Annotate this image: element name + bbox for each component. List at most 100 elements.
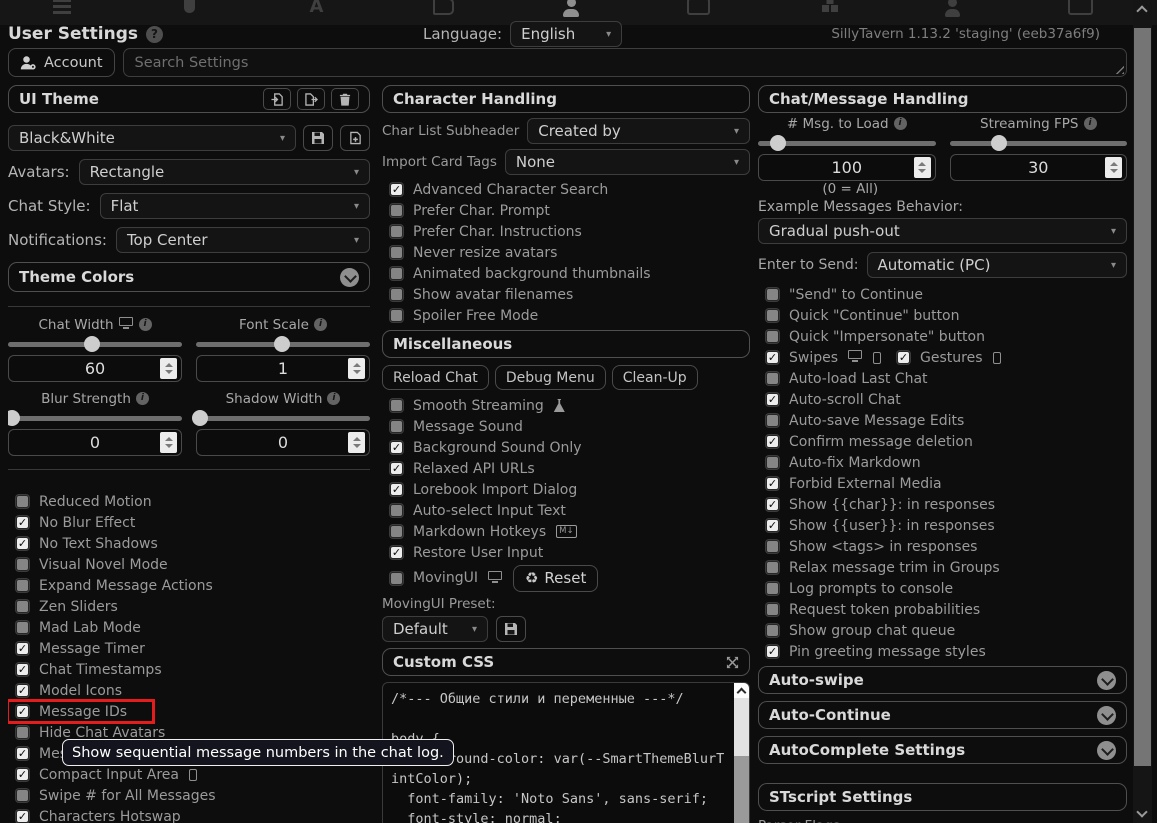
checkbox[interactable] (390, 504, 403, 517)
checkbox[interactable] (766, 498, 779, 511)
setting-select[interactable]: Top Center ▾ (115, 227, 370, 253)
checkbox-row[interactable]: Chat Timestamps (8, 659, 370, 680)
checkbox[interactable] (16, 663, 29, 676)
checkbox-row[interactable]: Message Sound (382, 416, 750, 437)
checkbox[interactable] (766, 582, 779, 595)
slider[interactable] (758, 135, 936, 151)
movingui-reset-button[interactable]: ♻ Reset (512, 564, 599, 592)
checkbox-row[interactable]: Never resize avatars (382, 242, 750, 263)
misc-button[interactable]: Reload Chat (382, 365, 489, 390)
setting-select[interactable]: Created by ▾ (527, 118, 750, 144)
slider-thumb[interactable] (191, 410, 208, 426)
checkbox[interactable] (16, 579, 29, 592)
checkbox[interactable] (16, 621, 29, 634)
checkbox[interactable] (766, 519, 779, 532)
checkbox-row[interactable]: No Blur Effect (8, 512, 370, 533)
checkbox[interactable] (390, 525, 403, 538)
checkbox[interactable] (390, 462, 403, 475)
checkbox[interactable] (390, 441, 403, 454)
checkbox[interactable] (390, 267, 403, 280)
number-spinner[interactable] (1105, 157, 1122, 178)
checkbox[interactable] (16, 684, 29, 697)
backgrounds-image-icon[interactable] (684, 0, 712, 23)
checkbox[interactable] (766, 414, 779, 427)
checkbox[interactable] (390, 420, 403, 433)
scroll-up-icon[interactable] (734, 683, 749, 698)
slider-track[interactable] (8, 416, 182, 421)
checkbox-row[interactable]: Quick "Continue" button (758, 305, 1127, 326)
checkbox[interactable] (766, 456, 779, 469)
theme-colors-section[interactable]: Theme Colors (8, 262, 370, 292)
checkbox-row[interactable]: Message IDs (8, 699, 156, 724)
checkbox[interactable] (766, 309, 779, 322)
checkbox[interactable] (766, 477, 779, 490)
help-icon[interactable]: ? (146, 25, 163, 43)
checkbox[interactable] (16, 495, 29, 508)
checkbox-row[interactable]: Show {{char}}: in responses (758, 494, 1127, 515)
checkbox[interactable] (766, 645, 779, 658)
slider[interactable] (8, 336, 182, 352)
checkbox-row[interactable]: Show avatar filenames (382, 284, 750, 305)
slider-thumb[interactable] (769, 135, 786, 151)
checkbox[interactable] (16, 768, 29, 781)
checkbox[interactable] (16, 558, 29, 571)
checkbox-row[interactable]: Zen Sliders (8, 596, 370, 617)
checkbox[interactable] (390, 246, 403, 259)
sliders-icon[interactable] (48, 0, 76, 23)
checkbox-row[interactable]: Characters Hotswap (8, 806, 370, 823)
checkbox[interactable] (766, 330, 779, 343)
expand-icon[interactable] (726, 656, 739, 669)
enter-to-send-select[interactable]: Automatic (PC) ▾ (866, 252, 1127, 278)
chevron-down-icon[interactable] (1097, 705, 1116, 725)
checkbox-row[interactable]: Advanced Character Search (382, 179, 750, 200)
number-spinner[interactable] (913, 157, 931, 178)
checkbox-row[interactable]: Auto-save Message Edits (758, 410, 1127, 431)
number-spinner[interactable] (348, 432, 365, 453)
checkbox-row[interactable]: Model Icons (8, 680, 370, 701)
theme-select[interactable]: Black&White ▾ (8, 125, 296, 151)
checkbox[interactable] (390, 483, 403, 496)
checkbox[interactable] (390, 309, 403, 322)
chevron-down-icon[interactable] (340, 267, 359, 287)
slider[interactable] (8, 410, 182, 426)
slider-thumb[interactable] (991, 135, 1008, 151)
checkbox-row[interactable]: No Text Shadows (8, 533, 370, 554)
checkbox-row[interactable]: Compact Input Area (8, 764, 370, 785)
page-scrollbar[interactable] (1133, 0, 1152, 823)
checkbox-row[interactable]: Auto-fix Markdown (758, 452, 1127, 473)
scrollbar-thumb[interactable] (734, 698, 749, 756)
checkbox[interactable] (16, 516, 29, 529)
checkbox-row[interactable]: Mad Lab Mode (8, 617, 370, 638)
slider-thumb[interactable] (83, 336, 100, 352)
checkbox-row[interactable]: Auto-scroll Chat (758, 389, 1127, 410)
checkbox[interactable] (766, 393, 779, 406)
checkbox-row[interactable]: Smooth Streaming (382, 395, 750, 416)
formatting-font-icon[interactable] (303, 0, 331, 23)
checkbox-row[interactable]: Markdown Hotkeys M↓ (382, 521, 750, 542)
number-spinner[interactable] (348, 358, 365, 379)
number-spinner[interactable] (160, 358, 177, 379)
checkbox-row[interactable]: Quick "Impersonate" button (758, 326, 1127, 347)
world-info-book-icon[interactable] (430, 0, 458, 23)
slider-track[interactable] (196, 416, 370, 421)
extensions-cubes-icon[interactable] (812, 0, 840, 23)
slider-thumb[interactable] (8, 410, 20, 426)
checkbox[interactable] (766, 435, 779, 448)
new-theme-button[interactable] (340, 125, 370, 151)
checkbox-row[interactable]: Swipe # for All Messages (8, 785, 370, 806)
checkbox[interactable] (390, 225, 403, 238)
checkbox[interactable] (390, 288, 403, 301)
checkbox[interactable] (16, 810, 29, 823)
gestures-checkbox[interactable] (897, 351, 911, 364)
example-messages-select[interactable]: Gradual push-out ▾ (758, 218, 1127, 244)
checkbox[interactable] (390, 546, 403, 559)
slider-value-input[interactable]: 1 (196, 355, 370, 382)
search-input[interactable]: Search Settings (122, 48, 1127, 77)
checkbox[interactable] (390, 399, 403, 412)
misc-button[interactable]: Clean-Up (611, 365, 698, 390)
editor-scrollbar[interactable] (734, 683, 749, 823)
checkbox-row[interactable]: Prefer Char. Prompt (382, 200, 750, 221)
checkbox-row[interactable]: Background Sound Only (382, 437, 750, 458)
setting-select[interactable]: Rectangle ▾ (78, 159, 370, 185)
checkbox-row[interactable]: Expand Message Actions (8, 575, 370, 596)
